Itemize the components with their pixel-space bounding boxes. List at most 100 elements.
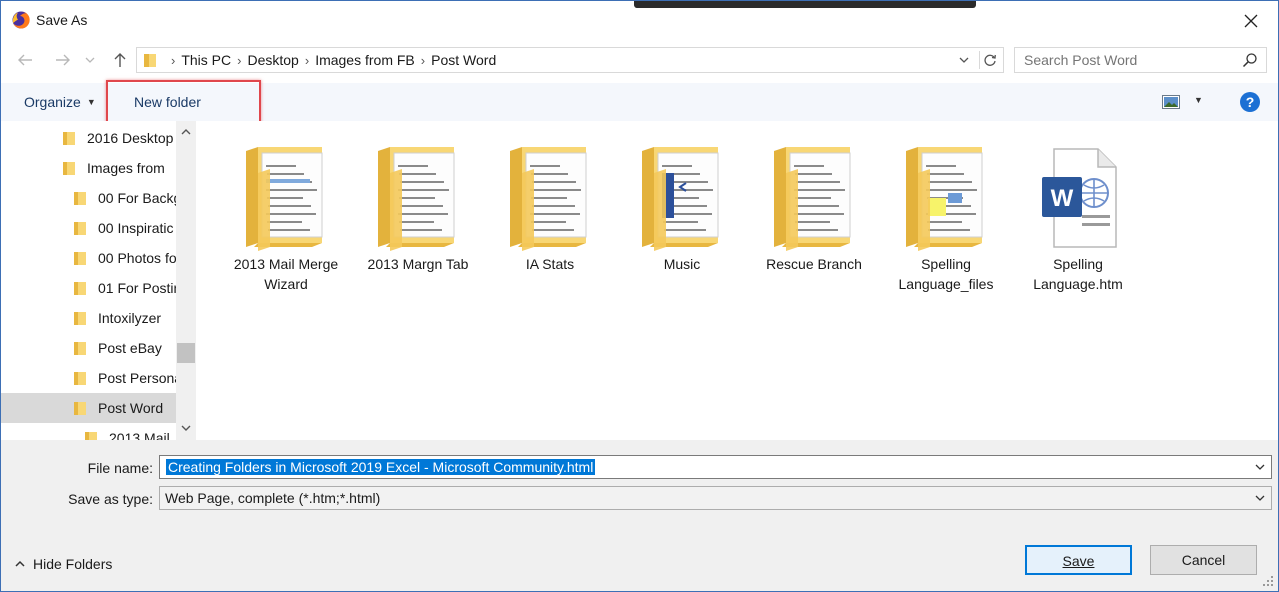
tree-item[interactable]: 2013 Mail bbox=[1, 423, 176, 440]
word-document-icon: W bbox=[1042, 148, 1117, 248]
hide-folders-button[interactable]: Hide Folders bbox=[15, 556, 112, 572]
folder-item[interactable]: Rescue Branch bbox=[748, 139, 880, 299]
tree-item[interactable]: Post Word bbox=[1, 393, 176, 423]
save-button-label: Save bbox=[1062, 553, 1095, 569]
navigation-row: › This PC › Desktop › Images from FB › P… bbox=[1, 41, 1278, 79]
save-type-dropdown-button[interactable] bbox=[1253, 491, 1267, 505]
folder-icon bbox=[74, 401, 86, 415]
file-name-value[interactable]: Creating Folders in Microsoft 2019 Excel… bbox=[166, 459, 596, 475]
breadcrumb-desktop[interactable]: Desktop bbox=[247, 52, 298, 68]
breadcrumb-images-from-fb[interactable]: Images from FB bbox=[315, 52, 415, 68]
folder-icon bbox=[378, 147, 455, 251]
cancel-button[interactable]: Cancel bbox=[1150, 545, 1257, 575]
breadcrumb-separator-icon[interactable]: › bbox=[305, 53, 309, 68]
tree-item-label: Images from bbox=[87, 160, 165, 176]
tree-item[interactable]: Post eBay bbox=[1, 333, 176, 363]
navigation-pane: 2016 Desktop Images from 00 For Backg 00 In… bbox=[1, 121, 196, 440]
file-name-label: File name: bbox=[87, 460, 153, 476]
tree-item-label: Post Persona bbox=[98, 370, 176, 386]
caret-down-icon: ▼ bbox=[86, 97, 96, 107]
folder-icon bbox=[74, 251, 86, 265]
folder-icon bbox=[774, 147, 851, 251]
resize-grip-icon[interactable] bbox=[1262, 575, 1274, 587]
file-label-line-2: Language_files bbox=[898, 276, 994, 292]
scroll-down-button[interactable] bbox=[176, 421, 196, 435]
window-title: Save As bbox=[36, 12, 88, 28]
folder-icon bbox=[63, 161, 75, 175]
recent-locations-button[interactable] bbox=[82, 49, 98, 71]
folder-icon bbox=[642, 147, 719, 251]
folder-item[interactable]: 2013 Margn Tab bbox=[352, 139, 484, 299]
search-input[interactable] bbox=[1015, 48, 1235, 72]
chevron-down-icon bbox=[85, 57, 95, 63]
breadcrumb-separator-icon[interactable]: › bbox=[171, 53, 175, 68]
up-button[interactable] bbox=[108, 49, 132, 71]
chevron-down-icon bbox=[181, 425, 191, 431]
save-button[interactable]: Save bbox=[1025, 545, 1132, 575]
search-icon[interactable] bbox=[1242, 52, 1258, 68]
refresh-icon bbox=[983, 54, 996, 66]
breadcrumb-this-pc[interactable]: This PC bbox=[181, 52, 231, 68]
tree-item[interactable]: 00 Photos fo bbox=[1, 243, 176, 273]
save-type-value: Web Page, complete (*.htm;*.html) bbox=[165, 490, 381, 506]
save-type-select[interactable]: Web Page, complete (*.htm;*.html) bbox=[159, 486, 1272, 510]
navigation-pane-scrollbar[interactable] bbox=[176, 121, 196, 440]
file-label-line-1: Spelling bbox=[1053, 256, 1103, 272]
chevron-up-icon bbox=[181, 129, 191, 135]
svg-text:W: W bbox=[1051, 185, 1074, 212]
tree-item[interactable]: Post Persona bbox=[1, 363, 176, 393]
file-label-line-1: 2013 Margn Tab bbox=[367, 256, 469, 272]
address-bar[interactable]: › This PC › Desktop › Images from FB › P… bbox=[136, 47, 1004, 73]
organize-button[interactable]: Organize ▼ bbox=[24, 94, 96, 110]
chevron-down-icon bbox=[959, 57, 969, 63]
breadcrumb-separator-icon[interactable]: › bbox=[237, 53, 241, 68]
scrollbar-thumb[interactable] bbox=[177, 343, 195, 363]
scroll-up-button[interactable] bbox=[176, 125, 196, 139]
view-options-caret-icon[interactable]: ▼ bbox=[1194, 95, 1203, 105]
address-history-button[interactable] bbox=[955, 52, 973, 68]
folder-item[interactable]: Spelling Language_files bbox=[880, 139, 1012, 299]
save-options-panel: File name: Creating Folders in Microsoft… bbox=[1, 440, 1278, 591]
folder-item[interactable]: Music bbox=[616, 139, 748, 299]
file-item[interactable]: W Spelling Language.htm bbox=[1012, 139, 1144, 299]
folder-icon bbox=[74, 341, 86, 355]
firefox-icon bbox=[12, 11, 30, 29]
tree-item-label: 2016 Desktop bbox=[87, 130, 174, 146]
file-name-dropdown-button[interactable] bbox=[1253, 460, 1267, 474]
back-button[interactable] bbox=[13, 49, 37, 71]
tree-item[interactable]: 00 For Backg bbox=[1, 183, 176, 213]
folder-icon bbox=[74, 191, 86, 205]
tree-item[interactable]: 00 Inspiratic bbox=[1, 213, 176, 243]
help-button[interactable]: ? bbox=[1240, 92, 1260, 112]
search-box[interactable] bbox=[1014, 47, 1267, 73]
folder-icon bbox=[74, 311, 86, 325]
tree-item-label: Intoxilyzer bbox=[98, 310, 162, 326]
folder-icon bbox=[74, 371, 86, 385]
file-label-line-1: IA Stats bbox=[525, 256, 575, 272]
tree-item[interactable]: Images from bbox=[1, 153, 176, 183]
highlight-annotation-box bbox=[106, 80, 261, 126]
tree-item-label: Post eBay bbox=[98, 340, 162, 356]
forward-button[interactable] bbox=[51, 49, 75, 71]
breadcrumb-post-word[interactable]: Post Word bbox=[431, 52, 496, 68]
tree-item-label: 01 For Postin bbox=[98, 280, 176, 296]
refresh-button[interactable] bbox=[979, 51, 999, 69]
save-as-dialog: Save As › This PC › Desktop › Images fro… bbox=[0, 0, 1279, 592]
file-name-field[interactable]: Creating Folders in Microsoft 2019 Excel… bbox=[159, 455, 1272, 479]
tree-item-label: 2013 Mail bbox=[109, 430, 170, 440]
change-view-icon[interactable] bbox=[1162, 95, 1180, 109]
folder-item[interactable]: IA Stats bbox=[484, 139, 616, 299]
tree-item[interactable]: 01 For Postin bbox=[1, 273, 176, 303]
chevron-down-icon bbox=[1255, 464, 1265, 470]
file-item-label: 2013 Margn Tab bbox=[352, 254, 484, 274]
arrow-right-icon bbox=[56, 54, 70, 66]
file-label-line-2: Wizard bbox=[264, 276, 308, 292]
breadcrumb-separator-icon[interactable]: › bbox=[421, 53, 425, 68]
title-bar: Save As bbox=[1, 1, 1278, 41]
tree-item[interactable]: 2016 Desktop bbox=[1, 123, 176, 153]
close-button[interactable] bbox=[1234, 7, 1268, 35]
breadcrumb: › This PC › Desktop › Images from FB › P… bbox=[165, 52, 496, 68]
folder-icon bbox=[510, 147, 587, 251]
folder-item[interactable]: 2013 Mail Merge Wizard bbox=[220, 139, 352, 299]
tree-item[interactable]: Intoxilyzer bbox=[1, 303, 176, 333]
